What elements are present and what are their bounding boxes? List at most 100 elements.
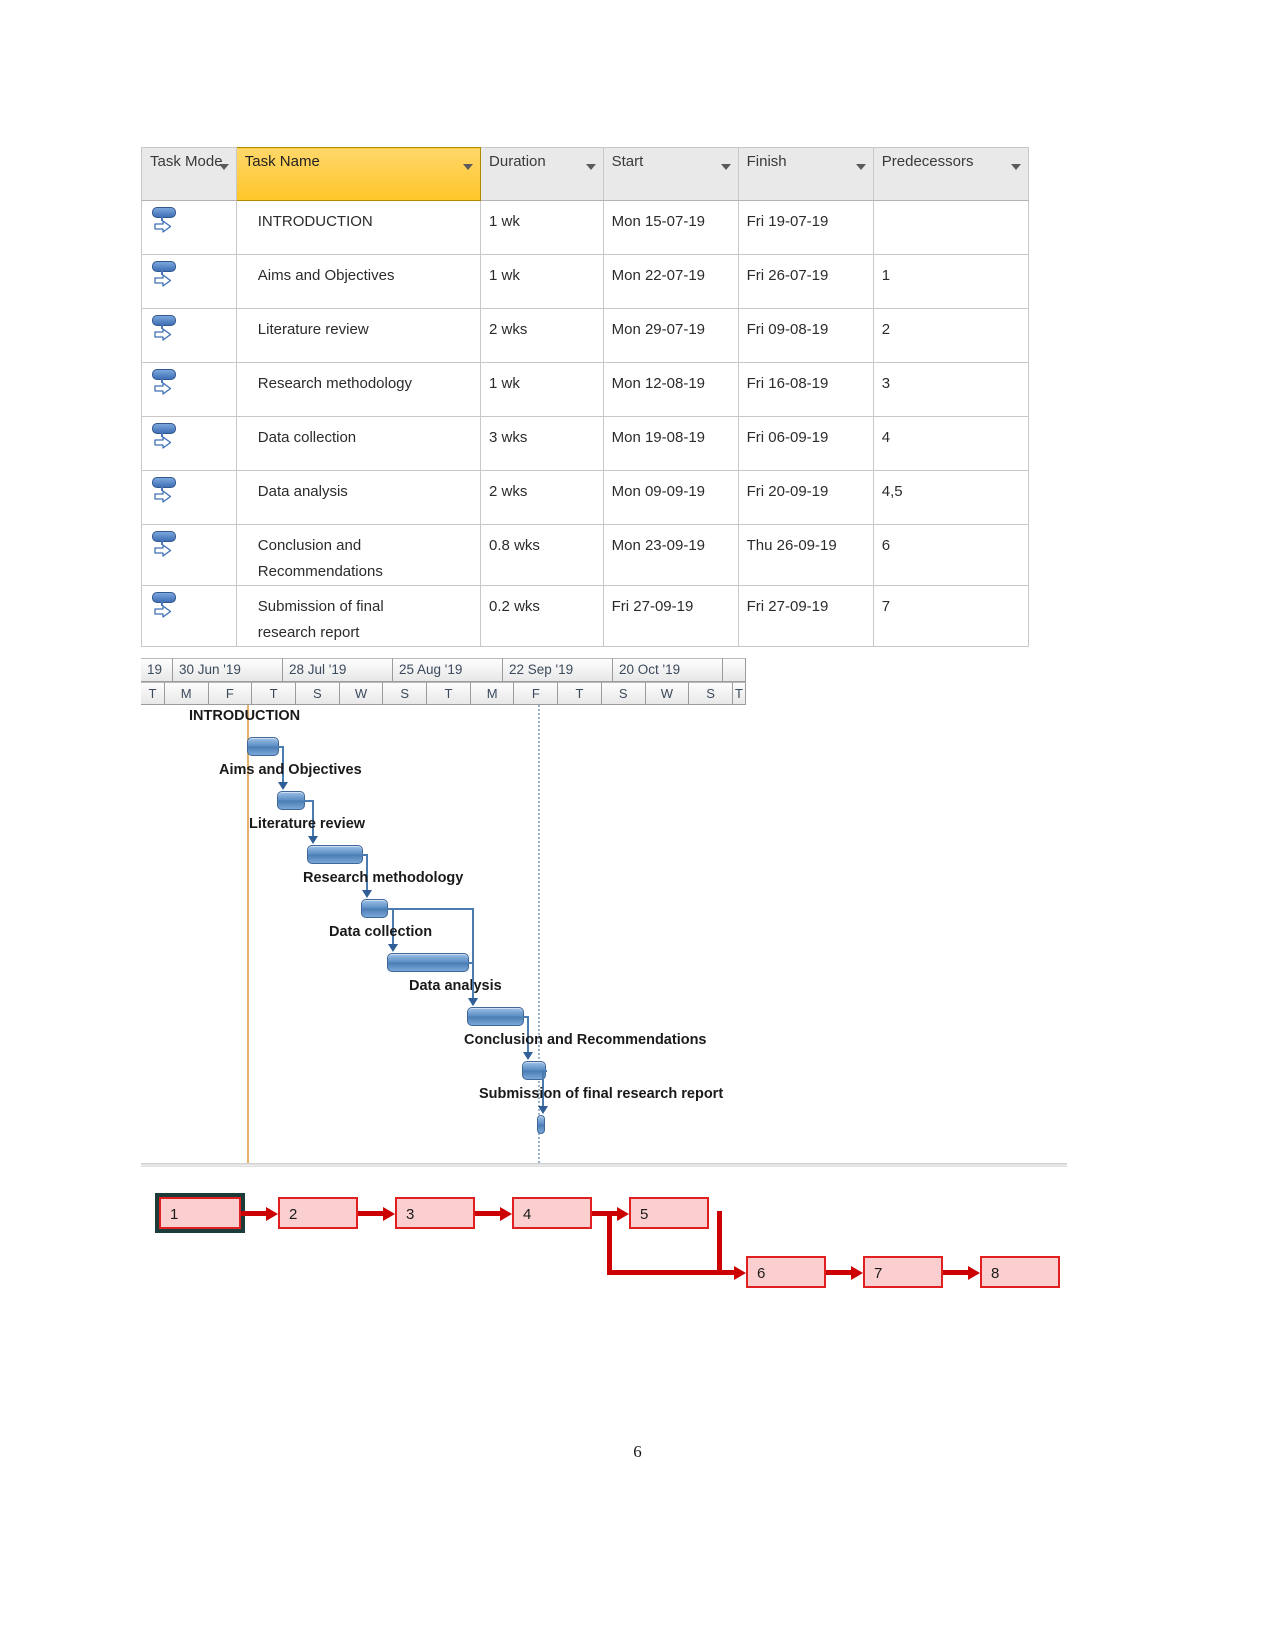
manually-scheduled-icon[interactable]	[152, 531, 178, 565]
cell-task-mode[interactable]	[141, 362, 237, 417]
table-row[interactable]: INTRODUCTION 1 wk Mon 15-07-19 Fri 19-07-19	[141, 200, 1030, 255]
table-row[interactable]: Data analysis 2 wks Mon 09-09-19 Fri 20-09-…	[141, 470, 1030, 525]
network-node[interactable]: 4	[512, 1197, 592, 1229]
cell-start[interactable]: Mon 22-07-19	[602, 254, 739, 309]
gantt-bar[interactable]	[361, 899, 388, 918]
column-header-label: Task Mode	[150, 153, 223, 170]
cell-predecessors[interactable]: 1	[872, 254, 1030, 309]
cell-duration[interactable]: 0.8 wks	[480, 524, 604, 586]
cell-task-name-text: Literature review	[257, 321, 369, 338]
table-row[interactable]: Data collection 3 wks Mon 19-08-19 Fri 06-0…	[141, 416, 1030, 471]
cell-duration[interactable]: 2 wks	[480, 308, 604, 363]
cell-start[interactable]: Mon 12-08-19	[602, 362, 739, 417]
cell-duration-text: 0.2 wks	[489, 598, 540, 615]
chevron-down-icon[interactable]	[585, 164, 596, 170]
chevron-down-icon[interactable]	[463, 164, 474, 170]
cell-duration[interactable]: 1 wk	[480, 200, 604, 255]
cell-task-mode[interactable]	[141, 200, 237, 255]
manually-scheduled-icon[interactable]	[152, 369, 178, 403]
network-node[interactable]: 6	[746, 1256, 826, 1288]
cell-task-name[interactable]: Research methodology	[235, 362, 482, 417]
table-row[interactable]: Aims and Objectives 1 wk Mon 22-07-19 Fri 2…	[141, 254, 1030, 309]
chevron-down-icon[interactable]	[720, 164, 731, 170]
cell-duration[interactable]: 1 wk	[480, 362, 604, 417]
gantt-bar[interactable]	[537, 1115, 545, 1134]
chevron-down-icon[interactable]	[218, 164, 229, 170]
cell-task-name[interactable]: Submission of final research report	[235, 585, 482, 647]
gantt-bar[interactable]	[307, 845, 363, 864]
column-header-duration[interactable]: Duration	[480, 147, 604, 201]
table-row[interactable]: Conclusion and Recommendations 0.8 wks Mon…	[141, 524, 1030, 586]
cell-finish[interactable]: Fri 27-09-19	[737, 585, 874, 647]
column-header-task-name[interactable]: Task Name	[235, 147, 482, 201]
manually-scheduled-icon[interactable]	[152, 423, 178, 457]
cell-task-mode[interactable]	[141, 585, 237, 647]
manually-scheduled-icon[interactable]	[152, 315, 178, 349]
network-node[interactable]: 1	[159, 1197, 241, 1229]
manually-scheduled-icon[interactable]	[152, 207, 178, 241]
gantt-chart[interactable]: 19 30 Jun '19 28 Jul '19 25 Aug '19 22 Sep '…	[141, 658, 746, 1163]
network-node[interactable]: 5	[629, 1197, 709, 1229]
cell-predecessors[interactable]: 4,5	[872, 470, 1030, 525]
table-row[interactable]: Literature review 2 wks Mon 29-07-19 Fri 09…	[141, 308, 1030, 363]
manually-scheduled-icon[interactable]	[152, 477, 178, 511]
column-header-task-mode[interactable]: Task Mode	[141, 147, 237, 201]
gantt-bar[interactable]	[277, 791, 305, 810]
cell-duration[interactable]: 3 wks	[480, 416, 604, 471]
table-row[interactable]: Submission of final research report 0.2 w…	[141, 585, 1030, 647]
cell-finish[interactable]: Fri 09-08-19	[737, 308, 874, 363]
cell-predecessors[interactable]: 7	[872, 585, 1030, 647]
cell-task-mode[interactable]	[141, 416, 237, 471]
network-node[interactable]: 2	[278, 1197, 358, 1229]
cell-duration[interactable]: 2 wks	[480, 470, 604, 525]
gantt-bar[interactable]	[247, 737, 279, 756]
cell-start[interactable]: Mon 19-08-19	[602, 416, 739, 471]
cell-start[interactable]: Mon 23-09-19	[602, 524, 739, 586]
manually-scheduled-icon[interactable]	[152, 592, 178, 626]
gantt-bar[interactable]	[387, 953, 469, 972]
timescale-day-cell: S	[601, 682, 646, 705]
column-header-start[interactable]: Start	[602, 147, 739, 201]
column-header-finish[interactable]: Finish	[737, 147, 874, 201]
cell-duration[interactable]: 1 wk	[480, 254, 604, 309]
cell-task-mode[interactable]	[141, 254, 237, 309]
task-table[interactable]: Task Mode Task Name Duration Start Finis…	[141, 147, 1030, 647]
cell-finish[interactable]: Fri 20-09-19	[737, 470, 874, 525]
cell-predecessors[interactable]: 2	[872, 308, 1030, 363]
cell-task-name[interactable]: Aims and Objectives	[235, 254, 482, 309]
gantt-body[interactable]: INTRODUCTION Aims and Objectives Literatur…	[141, 705, 746, 1163]
network-node[interactable]: 3	[395, 1197, 475, 1229]
cell-start[interactable]: Mon 09-09-19	[602, 470, 739, 525]
cell-start[interactable]: Fri 27-09-19	[602, 585, 739, 647]
cell-duration[interactable]: 0.2 wks	[480, 585, 604, 647]
cell-finish[interactable]: Fri 16-08-19	[737, 362, 874, 417]
cell-task-name[interactable]: Data analysis	[235, 470, 482, 525]
network-node[interactable]: 7	[863, 1256, 943, 1288]
network-diagram[interactable]: 1 2 3 4 5 6 7 8	[141, 1175, 1071, 1305]
cell-start[interactable]: Mon 15-07-19	[602, 200, 739, 255]
cell-finish[interactable]: Fri 19-07-19	[737, 200, 874, 255]
cell-task-name-text: Data collection	[257, 429, 357, 446]
gantt-bar[interactable]	[467, 1007, 524, 1026]
cell-task-name[interactable]: Data collection	[235, 416, 482, 471]
cell-predecessors[interactable]	[872, 200, 1030, 255]
cell-start[interactable]: Mon 29-07-19	[602, 308, 739, 363]
cell-predecessors[interactable]: 3	[872, 362, 1030, 417]
chevron-down-icon[interactable]	[855, 164, 866, 170]
manually-scheduled-icon[interactable]	[152, 261, 178, 295]
cell-task-mode[interactable]	[141, 470, 237, 525]
cell-task-name[interactable]: Literature review	[235, 308, 482, 363]
network-node[interactable]: 8	[980, 1256, 1060, 1288]
cell-task-mode[interactable]	[141, 524, 237, 586]
chevron-down-icon[interactable]	[1011, 164, 1021, 170]
cell-finish[interactable]: Fri 26-07-19	[737, 254, 874, 309]
cell-task-mode[interactable]	[141, 308, 237, 363]
column-header-predecessors[interactable]: Predecessors	[872, 147, 1030, 201]
cell-finish[interactable]: Fri 06-09-19	[737, 416, 874, 471]
cell-task-name[interactable]: INTRODUCTION	[235, 200, 482, 255]
cell-predecessors[interactable]: 6	[872, 524, 1030, 586]
cell-task-name[interactable]: Conclusion and Recommendations	[235, 524, 482, 586]
cell-predecessors[interactable]: 4	[872, 416, 1030, 471]
cell-finish[interactable]: Thu 26-09-19	[737, 524, 874, 586]
table-row[interactable]: Research methodology 1 wk Mon 12-08-19 Fri …	[141, 362, 1030, 417]
